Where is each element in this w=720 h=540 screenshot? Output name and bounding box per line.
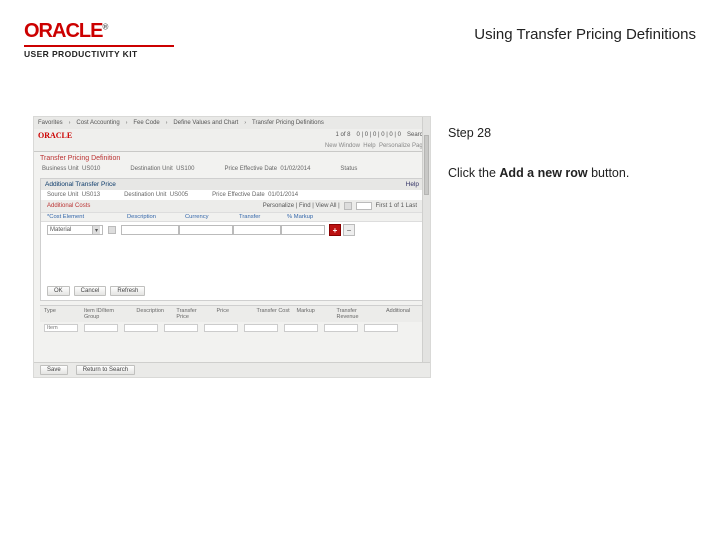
addl-field[interactable] [364, 324, 398, 332]
crumb[interactable]: Transfer Pricing Definitions [252, 120, 324, 126]
personalize-link[interactable]: Personalize Page [379, 143, 426, 149]
crumb[interactable]: Favorites [38, 120, 63, 126]
product-name: USER PRODUCTIVITY KIT [24, 49, 174, 59]
price2-field[interactable] [204, 324, 238, 332]
delete-row-button[interactable]: − [343, 224, 355, 236]
page-title: Using Transfer Pricing Definitions [474, 26, 696, 43]
vertical-scrollbar[interactable] [422, 117, 430, 377]
counter: 1 of 8 [335, 132, 350, 138]
lower-grid: Type Item ID/Item Group Description Tran… [40, 305, 424, 334]
price-field[interactable] [164, 324, 198, 332]
page-header: Transfer Pricing Definition [40, 155, 120, 162]
eff-label: Price Effective Date 01/02/2014 [224, 166, 310, 172]
crumb[interactable]: Define Values and Chart [173, 120, 238, 126]
new-window-link[interactable]: New Window [325, 143, 360, 149]
logo-rule [24, 45, 174, 47]
lookup-icon[interactable] [108, 226, 116, 234]
du-label: Destination Unit US100 [130, 166, 194, 172]
crumb[interactable]: Cost Accounting [76, 120, 119, 126]
grid-header: *Cost Element Description Currency Trans… [41, 212, 423, 222]
grid-blank-area [41, 238, 423, 282]
rev-field[interactable] [324, 324, 358, 332]
subheader: Additional Costs [47, 203, 90, 209]
return-button[interactable]: Return to Search [76, 365, 135, 375]
bu-label: Business Unit US010 [42, 166, 100, 172]
panel-help-link[interactable]: Help [406, 181, 419, 188]
transfer-input[interactable] [233, 225, 281, 235]
chevron-down-icon: ▾ [92, 226, 100, 234]
ok-button[interactable]: OK [47, 286, 70, 296]
status-label: Status [340, 166, 357, 172]
markup-input[interactable] [281, 225, 325, 235]
dest-unit: Destination Unit US005 [124, 192, 188, 198]
breadcrumb-bar: Favorites › Cost Accounting › Fee Code ›… [34, 117, 430, 129]
cancel-button[interactable]: Cancel [74, 286, 107, 296]
currency-input[interactable] [179, 225, 233, 235]
grid-row: Material ▾ + − [41, 222, 423, 238]
grid-find-input[interactable] [356, 202, 372, 210]
grid-tools[interactable]: Personalize | Find | View All | [263, 203, 340, 209]
step-label: Step 28 [448, 126, 629, 140]
src-unit: Source Unit US013 [47, 192, 100, 198]
description-input[interactable] [121, 225, 179, 235]
grid-rowinfo: First 1 of 1 Last [376, 203, 417, 209]
grid-find-icon[interactable] [344, 202, 352, 210]
save-button[interactable]: Save [40, 365, 68, 375]
cost-field[interactable] [244, 324, 278, 332]
oracle-logo: ORACLE® [24, 20, 174, 43]
additional-transfer-price-panel: Additional Transfer Price Help Source Un… [40, 178, 424, 301]
add-row-button[interactable]: + [329, 224, 341, 236]
desc-field[interactable] [124, 324, 158, 332]
panel-title: Additional Transfer Price [45, 181, 116, 188]
item-field[interactable] [84, 324, 118, 332]
app-logo: ORACLE [38, 131, 72, 140]
cost-element-select[interactable]: Material ▾ [47, 225, 103, 235]
refresh-button[interactable]: Refresh [110, 286, 145, 296]
app-screenshot: Favorites › Cost Accounting › Fee Code ›… [33, 116, 431, 378]
type-field[interactable]: Item [44, 324, 78, 332]
crumb[interactable]: Fee Code [133, 120, 159, 126]
eff-date: Price Effective Date 01/01/2014 [212, 192, 298, 198]
markup-field[interactable] [284, 324, 318, 332]
instruction-text: Click the Add a new row button. [448, 166, 629, 180]
counter: 0 | 0 | 0 | 0 | 0 | 0 [357, 132, 401, 138]
help-link[interactable]: Help [363, 143, 375, 149]
